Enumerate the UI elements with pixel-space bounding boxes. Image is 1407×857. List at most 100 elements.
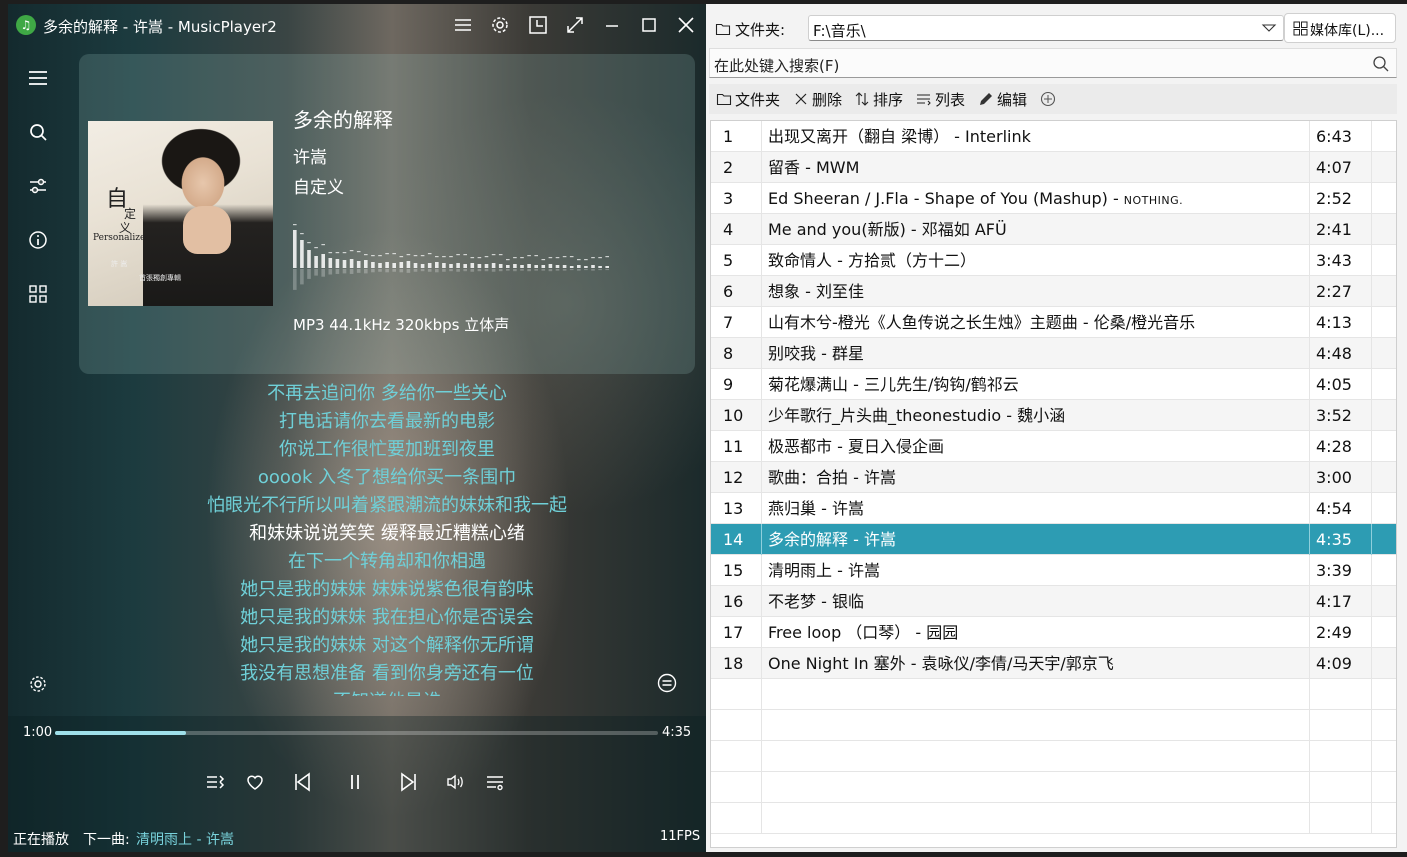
media-library-button[interactable]: 媒体库(L)... xyxy=(1284,13,1396,43)
grid-icon[interactable] xyxy=(22,278,54,310)
spectrum-bar xyxy=(399,262,404,268)
table-row[interactable]: 3 Ed Sheeran / J.Fla - Shape of You (Mash… xyxy=(711,183,1396,214)
row-duration: 4:13 xyxy=(1311,307,1372,338)
row-title-text: 歌曲：合拍 - 许嵩 xyxy=(768,468,896,487)
pause-icon[interactable] xyxy=(341,768,369,796)
spectrum-reflection xyxy=(335,269,340,274)
mini-mode-icon[interactable] xyxy=(525,12,551,38)
row-duration xyxy=(1311,679,1372,710)
table-row-empty xyxy=(711,710,1396,741)
gear-icon[interactable] xyxy=(487,12,513,38)
table-row[interactable]: 13 燕归巢 - 许嵩 4:54 xyxy=(711,493,1396,524)
table-row[interactable]: 12 歌曲：合拍 - 许嵩 3:00 xyxy=(711,462,1396,493)
fps-counter: 11FPS xyxy=(660,829,701,844)
spectrum-peak xyxy=(513,257,517,259)
table-row[interactable]: 16 不老梦 - 银临 4:17 xyxy=(711,586,1396,617)
spectrum-reflection xyxy=(506,269,510,271)
row-index: 1 xyxy=(711,121,762,152)
spectrum-peak xyxy=(427,253,432,255)
spectrum-peak xyxy=(307,242,311,244)
toolbar-folder-button[interactable]: 文件夹 xyxy=(716,89,788,109)
total-time: 4:35 xyxy=(662,725,692,740)
info-icon[interactable] xyxy=(22,224,54,256)
table-row[interactable]: 18 One Night In 塞外 - 袁咏仪/李倩/马天宇/郭京飞 4:09 xyxy=(711,648,1396,679)
spectrum-reflection xyxy=(513,269,517,272)
row-duration: 4:05 xyxy=(1311,369,1372,400)
row-duration xyxy=(1311,772,1372,803)
row-title-text: 别咬我 - 群星 xyxy=(768,344,864,363)
spectrum-peak xyxy=(541,259,546,261)
table-row[interactable]: 2 留香 - MWM 4:07 xyxy=(711,152,1396,183)
spectrum-peak xyxy=(342,252,347,254)
previous-icon[interactable] xyxy=(288,768,316,796)
table-row[interactable]: 14 多余的解释 - 许嵩 4:35 xyxy=(711,524,1396,555)
table-row[interactable]: 8 别咬我 - 群星 4:48 xyxy=(711,338,1396,369)
next-song-link[interactable]: 清明雨上 - 许嵩 xyxy=(136,829,234,849)
close-icon[interactable] xyxy=(673,12,699,38)
fullscreen-icon[interactable] xyxy=(562,12,588,38)
spectrum-bar xyxy=(364,260,368,268)
minimize-icon[interactable] xyxy=(599,12,625,38)
table-row[interactable]: 4 Me and you(新版) - 邓福如 AFÜ 2:41 xyxy=(711,214,1396,245)
progress-bar[interactable] xyxy=(55,731,658,735)
table-row-empty xyxy=(711,772,1396,803)
equalizer-icon[interactable] xyxy=(22,170,54,202)
favorite-icon[interactable] xyxy=(241,768,269,796)
spectrum-bar xyxy=(598,266,602,268)
search-input[interactable]: 在此处键入搜索(F) xyxy=(709,48,1397,78)
spectrum-peak xyxy=(506,259,510,261)
spectrum-reflection xyxy=(413,269,418,272)
table-row[interactable]: 6 想象 - 刘至佳 2:27 xyxy=(711,276,1396,307)
spectrum-reflection xyxy=(356,269,361,273)
spectrum-peak xyxy=(300,233,304,235)
table-row[interactable]: 15 清明雨上 - 许嵩 3:39 xyxy=(711,555,1396,586)
row-duration: 4:09 xyxy=(1311,648,1372,679)
search-placeholder: 在此处键入搜索(F) xyxy=(714,57,840,75)
next-icon[interactable] xyxy=(395,768,423,796)
row-duration: 6:43 xyxy=(1311,121,1372,152)
spectrum-bar xyxy=(569,266,574,268)
maximize-icon[interactable] xyxy=(636,12,662,38)
table-row[interactable]: 5 致命情人 - 方拾贰（方十二） 3:43 xyxy=(711,245,1396,276)
row-index: 2 xyxy=(711,152,762,183)
spectrum-peak xyxy=(435,256,439,258)
volume-icon[interactable] xyxy=(441,768,469,796)
row-title-text: 多余的解释 - 许嵩 xyxy=(768,530,896,549)
toolbar-more-button[interactable] xyxy=(1040,89,1060,109)
hamburger-icon[interactable] xyxy=(22,62,54,94)
cover-text: 許 嵩 xyxy=(111,260,128,268)
playlist-icon[interactable] xyxy=(481,768,509,796)
toolbar-list-button[interactable]: 列表 xyxy=(916,89,972,109)
toolbar-sort-button[interactable]: 排序 xyxy=(854,89,910,109)
search-icon[interactable] xyxy=(1372,55,1390,73)
spectrum-peak xyxy=(484,256,489,258)
menu-icon[interactable] xyxy=(450,12,476,38)
row-index: 6 xyxy=(711,276,762,307)
spectrum-bar xyxy=(314,256,318,268)
spectrum-bar xyxy=(477,264,482,268)
repeat-mode-icon[interactable] xyxy=(201,768,229,796)
lyric-mode-icon[interactable] xyxy=(655,671,679,695)
spectrum-reflection xyxy=(328,269,333,275)
toolbar-edit-button[interactable]: 编辑 xyxy=(978,89,1034,109)
spectrum-peak xyxy=(477,257,482,259)
row-index: 14 xyxy=(711,524,762,555)
spectrum-bar xyxy=(548,264,553,268)
table-row[interactable]: 10 少年歌行_片头曲_theonestudio - 魏小涵 3:52 xyxy=(711,400,1396,431)
spectrum-peak xyxy=(548,257,553,259)
row-index: 16 xyxy=(711,586,762,617)
row-title: 歌曲：合拍 - 许嵩 xyxy=(763,462,1310,493)
table-row[interactable]: 17 Free loop （口琴） - 园园 2:49 xyxy=(711,617,1396,648)
settings-icon[interactable] xyxy=(26,672,50,696)
toolbar-delete-button[interactable]: 删除 xyxy=(793,89,849,109)
lyric-line: 我没有思想准备 看到你身旁还有一位 xyxy=(240,663,534,684)
table-row[interactable]: 11 极恶都市 - 夏日入侵企画 4:28 xyxy=(711,431,1396,462)
search-icon[interactable] xyxy=(22,116,54,148)
table-row[interactable]: 1 出现又离开（翻自 梁博） - Interlink 6:43 xyxy=(711,121,1396,152)
row-title: Free loop （口琴） - 园园 xyxy=(763,617,1310,648)
table-row[interactable]: 9 菊花爆满山 - 三儿先生/钩钩/鹤祁云 4:05 xyxy=(711,369,1396,400)
table-row[interactable]: 7 山有木兮-橙光《人鱼传说之长生烛》主题曲 - 伦桑/橙光音乐 4:13 xyxy=(711,307,1396,338)
folder-dropdown[interactable]: F:\音乐\ xyxy=(808,15,1284,41)
window-title: 多余的解释 - 许嵩 - MusicPlayer2 xyxy=(43,18,277,36)
row-title: 留香 - MWM xyxy=(763,152,1310,183)
